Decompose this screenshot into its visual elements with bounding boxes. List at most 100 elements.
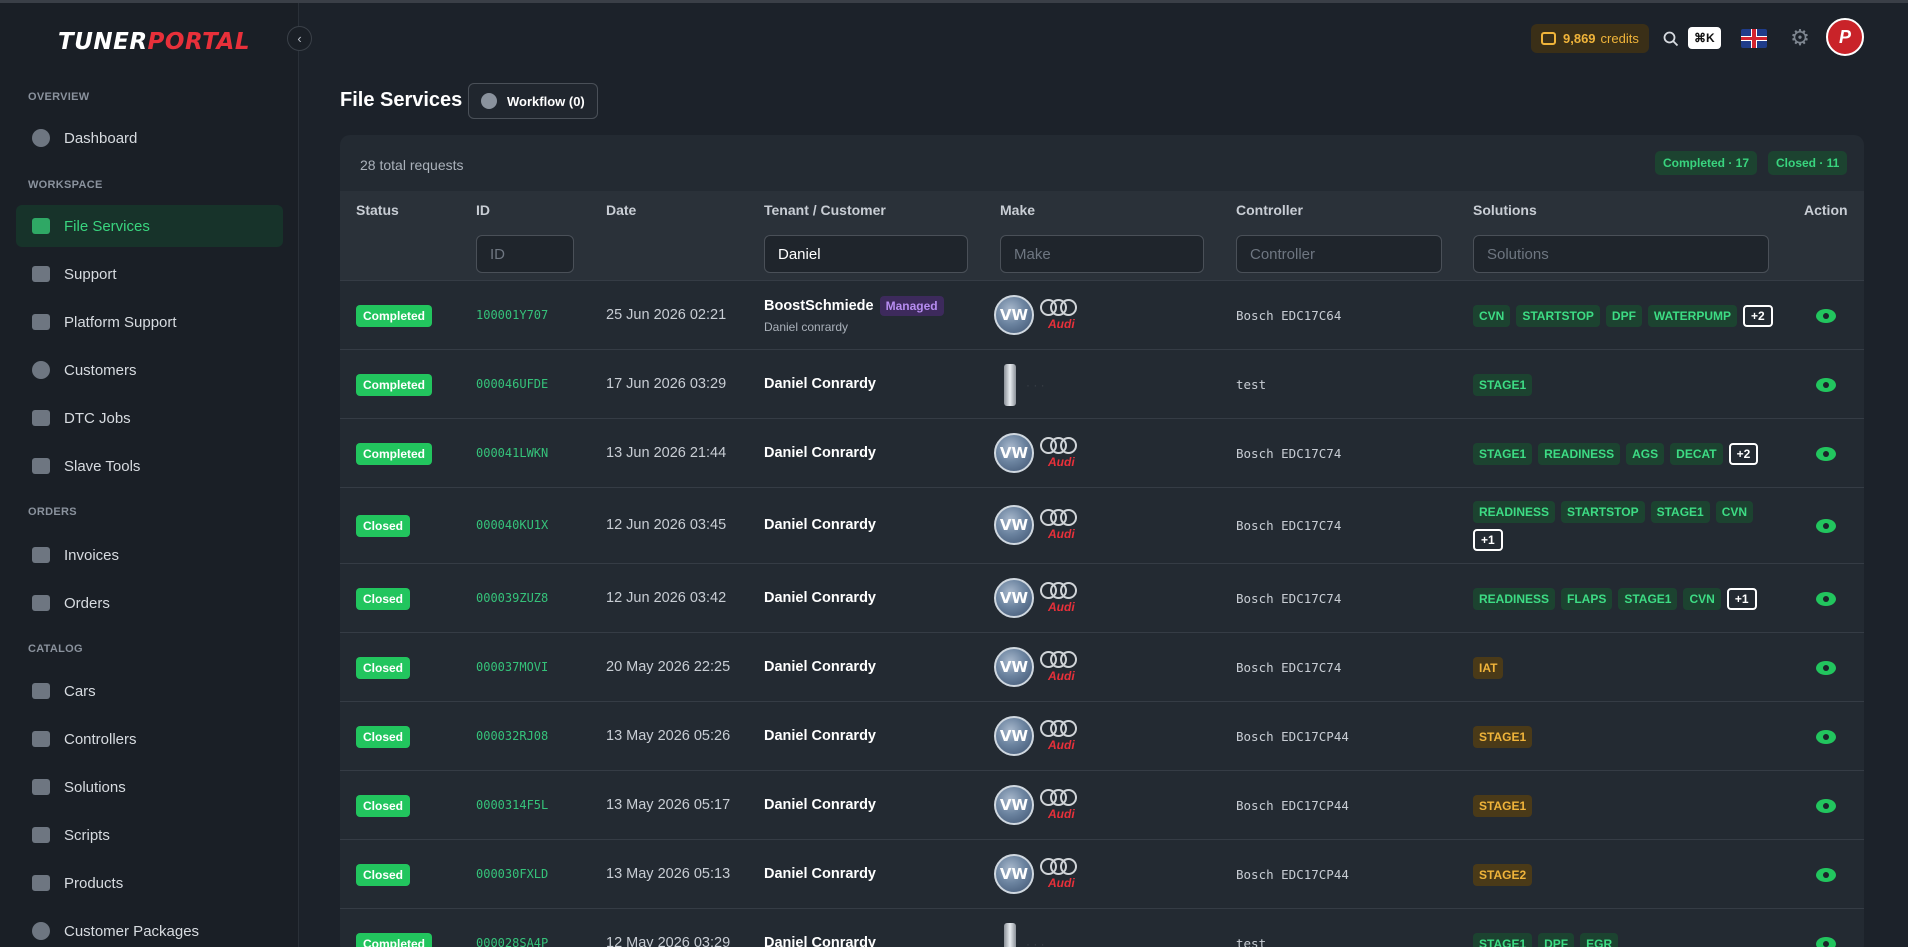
status-badge: Closed	[356, 725, 411, 748]
total-requests: 28 total requests	[360, 157, 464, 173]
sidebar-item-customers[interactable]: Customers	[16, 349, 283, 391]
view-eye-icon[interactable]	[1816, 519, 1836, 533]
col-customer[interactable]: Tenant / Customer	[764, 202, 886, 218]
sidebar-collapse-button[interactable]: ‹	[287, 26, 312, 51]
solution-tag: CVN	[1683, 587, 1721, 610]
sidebar-item-label: Customer Packages	[64, 922, 200, 940]
sidebar-item-products[interactable]: Products	[16, 862, 283, 904]
search-button[interactable]	[1660, 26, 1682, 52]
customer-filter-input[interactable]	[764, 235, 968, 273]
table-row[interactable]: Completed 000041LWKN 13 Jun 2026 21:44 Dani…	[340, 419, 1864, 488]
sidebar-item-invoices[interactable]: Invoices	[16, 534, 283, 576]
sidebar-item-solutions[interactable]: Solutions	[16, 766, 283, 808]
request-id-link[interactable]: 000039ZUZ8	[476, 591, 548, 605]
col-make[interactable]: Make	[1000, 202, 1035, 218]
table-row[interactable]: Completed 000046UFDE 17 Jun 2026 03:29 Dani…	[340, 350, 1864, 419]
col-id[interactable]: ID	[476, 202, 490, 218]
more-solutions-badge[interactable]: +1	[1473, 529, 1503, 551]
customer-name: Daniel Conrardy	[764, 589, 876, 606]
table-row[interactable]: Completed 000028SA4P 12 May 2026 03:29 Dani…	[340, 909, 1864, 947]
completed-count-badge[interactable]: Completed · 17	[1655, 151, 1758, 175]
sidebar-item-label: Orders	[64, 594, 110, 612]
table-row[interactable]: Closed 000037MOVI 20 May 2026 22:25 Daniel …	[340, 633, 1864, 702]
more-solutions-badge[interactable]: +2	[1728, 442, 1759, 465]
more-solutions-badge[interactable]: +2	[1743, 304, 1773, 327]
request-id-link[interactable]: 000030FXLD	[476, 867, 548, 881]
col-date[interactable]: Date	[606, 202, 636, 218]
app-logo[interactable]: TUNERPORTAL	[58, 29, 250, 55]
credits-badge[interactable]: 9,869 credits	[1531, 24, 1649, 53]
shortcut-badge[interactable]: ⌘K	[1688, 27, 1721, 49]
view-eye-icon[interactable]	[1816, 308, 1836, 323]
request-id-link[interactable]: 000037MOVI	[476, 660, 548, 674]
more-solutions-badge[interactable]: +1	[1726, 587, 1757, 610]
closed-count-badge[interactable]: Closed · 11	[1768, 151, 1848, 175]
solutions-filter-input[interactable]	[1473, 235, 1769, 273]
workflow-button[interactable]: Workflow (0)	[468, 83, 598, 119]
uk-flag-icon[interactable]	[1741, 29, 1767, 48]
sidebar-item-customer-packages[interactable]: Customer Packages	[16, 910, 283, 947]
sidebar-item-cars[interactable]: Cars	[16, 670, 283, 712]
gear-icon[interactable]: ⚙	[1788, 25, 1812, 50]
sidebar-item-file-services[interactable]: File Services	[16, 205, 283, 247]
dtc-jobs-icon	[30, 407, 52, 429]
table-row[interactable]: Closed 000039ZUZ8 12 Jun 2026 03:42 Daniel …	[340, 564, 1864, 633]
view-eye-icon[interactable]	[1816, 867, 1836, 882]
table-row[interactable]: Closed 000032RJ08 13 May 2026 05:26 Daniel …	[340, 702, 1864, 771]
audi-logo-icon: Audi	[1040, 295, 1088, 335]
request-id-link[interactable]: 000040KU1X	[476, 518, 548, 532]
request-date: 17 Jun 2026 03:29	[606, 375, 727, 392]
sidebar-item-platform-support[interactable]: Platform Support	[16, 301, 283, 343]
make-logos: VW Audi	[994, 505, 1088, 545]
table-row[interactable]: Closed 000030FXLD 13 May 2026 05:13 Daniel …	[340, 840, 1864, 909]
view-eye-icon[interactable]	[1816, 377, 1836, 392]
request-date: 13 May 2026 05:17	[606, 796, 731, 813]
customer-name: Daniel Conrardy	[764, 375, 876, 392]
id-filter-input[interactable]	[476, 235, 574, 273]
customer-name: Daniel Conrardy	[764, 444, 876, 461]
sidebar-item-support[interactable]: Support	[16, 253, 283, 295]
request-id-link[interactable]: 000032RJ08	[476, 729, 548, 743]
customer-subname: Daniel conrardy	[764, 319, 849, 334]
view-eye-icon[interactable]	[1816, 729, 1836, 744]
view-eye-icon[interactable]	[1816, 660, 1836, 675]
request-id-link[interactable]: 000046UFDE	[476, 377, 548, 391]
col-controller[interactable]: Controller	[1236, 202, 1303, 218]
credits-unit: credits	[1600, 31, 1639, 46]
sidebar-item-scripts[interactable]: Scripts	[16, 814, 283, 856]
request-date: 13 May 2026 05:26	[606, 727, 731, 744]
sidebar-item-orders[interactable]: Orders	[16, 582, 283, 624]
make-filter-input[interactable]	[1000, 235, 1204, 273]
sidebar-item-label: File Services	[64, 217, 150, 235]
col-status[interactable]: Status	[356, 202, 399, 218]
request-date: 20 May 2026 22:25	[606, 658, 731, 675]
solutions-icon	[30, 776, 52, 798]
table-row[interactable]: Completed 100001Y707 25 Jun 2026 02:21 Boos…	[340, 281, 1864, 350]
request-id-link[interactable]: 100001Y707	[476, 308, 548, 322]
view-eye-icon[interactable]	[1816, 446, 1836, 461]
sidebar-item-dtc-jobs[interactable]: DTC Jobs	[16, 397, 283, 439]
sidebar-item-label: Cars	[64, 682, 96, 700]
solution-tag: DPF	[1538, 932, 1575, 947]
avatar[interactable]: P	[1826, 18, 1864, 56]
request-id-link[interactable]: 000041LWKN	[476, 446, 548, 460]
view-eye-icon[interactable]	[1816, 798, 1836, 813]
sidebar-item-slave-tools[interactable]: Slave Tools	[16, 445, 283, 487]
sidebar-item-dashboard[interactable]: Dashboard	[16, 117, 283, 159]
sidebar-item-controllers[interactable]: Controllers	[16, 718, 283, 760]
view-eye-icon[interactable]	[1816, 936, 1836, 947]
table-row[interactable]: Closed 000040KU1X 12 Jun 2026 03:45 Daniel …	[340, 488, 1864, 564]
view-eye-icon[interactable]	[1816, 591, 1836, 606]
table-row[interactable]: Closed 0000314F5L 13 May 2026 05:17 Daniel …	[340, 771, 1864, 840]
nav-section-title: CATALOG	[28, 643, 83, 655]
controller-name: Bosch EDC17CP44	[1236, 797, 1349, 813]
solution-tag: STAGE1	[1473, 932, 1533, 947]
col-solutions[interactable]: Solutions	[1473, 202, 1537, 218]
controller-name: Bosch EDC17C74	[1236, 445, 1342, 461]
solution-tag: EGR	[1580, 932, 1619, 947]
request-id-link[interactable]: 000028SA4P	[476, 936, 548, 947]
controller-filter-input[interactable]	[1236, 235, 1442, 273]
request-id-link[interactable]: 0000314F5L	[476, 798, 548, 812]
placeholder-make-icon: · · ·	[1026, 936, 1045, 947]
status-cell: Completed	[356, 304, 433, 327]
